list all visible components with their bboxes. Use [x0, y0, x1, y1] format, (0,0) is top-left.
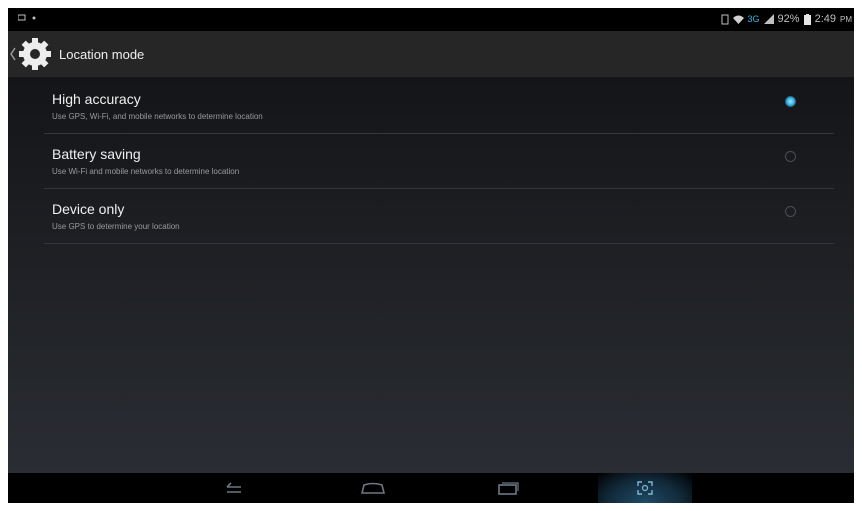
- back-button[interactable]: [220, 477, 248, 499]
- vibrate-icon: [721, 14, 729, 24]
- radio-button[interactable]: [785, 206, 796, 217]
- screenshot-button[interactable]: [598, 473, 692, 503]
- page-title: Location mode: [59, 46, 145, 62]
- navigation-bar: [8, 473, 854, 503]
- clock-ampm: PM: [840, 14, 852, 24]
- gear-icon: [19, 38, 51, 70]
- option-device-only[interactable]: Device only Use GPS to determine your lo…: [44, 189, 834, 244]
- up-button[interactable]: [8, 35, 54, 73]
- status-icons: 3G 92% 2:49 PM: [721, 13, 852, 25]
- recent-apps-button[interactable]: [493, 477, 523, 499]
- option-summary: Use GPS to determine your location: [52, 222, 180, 231]
- radio-button[interactable]: [785, 151, 796, 162]
- battery-icon: [803, 13, 811, 25]
- screenshot-icon: [637, 481, 653, 495]
- option-summary: Use Wi-Fi and mobile networks to determi…: [52, 167, 240, 176]
- radio-button-selected[interactable]: [785, 96, 796, 107]
- option-title: High accuracy: [52, 91, 141, 107]
- option-battery-saving[interactable]: Battery saving Use Wi-Fi and mobile netw…: [44, 134, 834, 189]
- action-bar: Location mode: [8, 31, 854, 77]
- notification-icons: [17, 13, 42, 26]
- home-button[interactable]: [358, 477, 388, 499]
- location-mode-list: High accuracy Use GPS, Wi-Fi, and mobile…: [8, 77, 854, 473]
- option-summary: Use GPS, Wi-Fi, and mobile networks to d…: [52, 112, 263, 121]
- clock: 2:49: [814, 13, 836, 25]
- recent-apps-icon: [498, 482, 519, 495]
- wifi-icon: [732, 15, 744, 24]
- status-bar: 3G 92% 2:49 PM: [8, 8, 854, 31]
- battery-percent: 92%: [777, 13, 800, 25]
- back-icon: [226, 482, 241, 493]
- notification-icon: [17, 14, 36, 21]
- signal-icon: [763, 14, 774, 24]
- option-title: Battery saving: [52, 146, 141, 162]
- device-screen: 3G 92% 2:49 PM Location mode High accura…: [8, 8, 854, 503]
- option-high-accuracy[interactable]: High accuracy Use GPS, Wi-Fi, and mobile…: [44, 79, 834, 134]
- option-title: Device only: [52, 201, 125, 217]
- home-icon: [360, 482, 386, 494]
- network-type: 3G: [747, 14, 760, 24]
